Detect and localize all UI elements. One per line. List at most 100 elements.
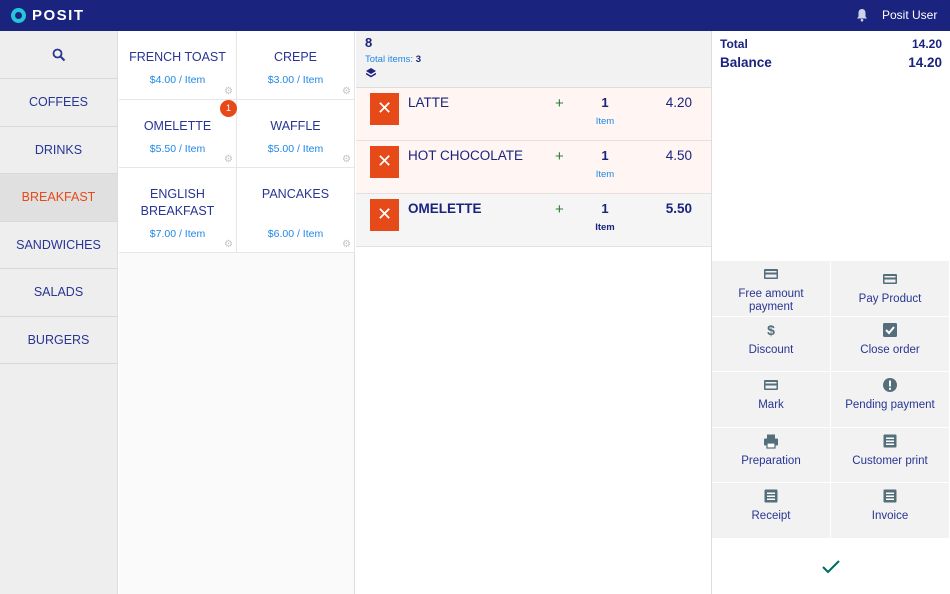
product-price: $3.00 / Item (267, 74, 324, 86)
receipt-button[interactable]: Receipt (712, 483, 831, 539)
payment-panel: Total 14.20 Balance 14.20 Free amount pa… (712, 31, 950, 594)
gear-icon[interactable]: ⚙ (224, 154, 233, 165)
customer-print-button[interactable]: Customer print (831, 427, 950, 483)
bell-icon[interactable] (856, 8, 868, 22)
search-icon (52, 48, 65, 61)
confirm-button[interactable] (712, 539, 950, 594)
total-items-label: Total items: (365, 54, 414, 65)
product-name: WAFFLE (270, 119, 321, 133)
product-tile-french-toast[interactable]: FRENCH TOAST $4.00 / Item ⚙ (119, 31, 237, 100)
line-quantity[interactable]: 1 (594, 201, 616, 216)
line-unit: Item (595, 116, 615, 127)
quantity-badge: 1 (220, 100, 237, 117)
product-name: CREPE (273, 50, 318, 64)
total-label: Total (720, 37, 748, 51)
printer-icon (764, 434, 778, 449)
increase-button[interactable]: + (555, 201, 564, 218)
category-drinks[interactable]: DRINKS (0, 127, 117, 174)
close-order-button[interactable]: Close order (831, 316, 950, 372)
card-icon (764, 380, 778, 390)
line-price: 5.50 (665, 201, 692, 216)
order-panel: 8 Total items: 3 ✕ LATTE + 1 Item 4.20 ✕… (356, 31, 712, 594)
user-name[interactable]: Posit User (882, 8, 937, 22)
increase-button[interactable]: + (555, 95, 564, 112)
category-salads[interactable]: SALADS (0, 269, 117, 317)
order-line[interactable]: ✕ LATTE + 1 Item 4.20 (356, 88, 711, 141)
alert-icon (883, 378, 897, 392)
mark-button[interactable]: Mark (712, 372, 831, 428)
total-items-value: 3 (415, 54, 421, 65)
category-burgers[interactable]: BURGERS (0, 317, 117, 364)
product-price: $5.00 / Item (267, 143, 324, 155)
category-sandwiches[interactable]: SANDWICHES (0, 222, 117, 269)
increase-button[interactable]: + (555, 148, 564, 165)
balance-row: Balance 14.20 (720, 55, 942, 70)
document-icon (764, 489, 778, 503)
total-value: 14.20 (911, 37, 942, 51)
product-tile-english-breakfast[interactable]: ENGLISH BREAKFAST $7.00 / Item ⚙ (119, 168, 237, 253)
delete-button[interactable]: ✕ (370, 146, 399, 178)
category-sidebar: COFFEES DRINKS BREAKFAST SANDWICHES SALA… (0, 31, 118, 594)
product-name: OMELETTE (143, 119, 212, 133)
order-line-selected[interactable]: ✕ OMELETTE + 1 Item 5.50 (356, 194, 711, 247)
product-tile-waffle[interactable]: WAFFLE $5.00 / Item ⚙ (237, 100, 355, 168)
logo-mark (11, 7, 26, 23)
line-name: LATTE (408, 95, 450, 110)
search-button[interactable] (0, 31, 117, 79)
line-quantity[interactable]: 1 (594, 95, 616, 110)
delete-button[interactable]: ✕ (370, 199, 399, 231)
action-label: Discount (748, 343, 794, 356)
card-icon (764, 269, 778, 279)
action-label: Free amount payment (738, 288, 804, 313)
line-name: HOT CHOCOLATE (408, 148, 524, 163)
order-line[interactable]: ✕ HOT CHOCOLATE + 1 Item 4.50 (356, 141, 711, 194)
pending-payment-button[interactable]: Pending payment (831, 372, 950, 428)
product-tile-pancakes[interactable]: PANCAKES $6.00 / Item ⚙ (237, 168, 355, 253)
action-label: Pending payment (845, 399, 935, 411)
line-unit: Item (595, 169, 615, 180)
action-label: Pay Product (858, 293, 922, 305)
gear-icon[interactable]: ⚙ (342, 239, 351, 250)
free-amount-payment-button[interactable]: Free amount payment (712, 261, 831, 317)
product-tile-crepe[interactable]: CREPE $3.00 / Item ⚙ (237, 31, 355, 100)
gear-icon[interactable]: ⚙ (224, 86, 233, 97)
category-breakfast[interactable]: BREAKFAST (0, 174, 117, 222)
product-name: ENGLISH BREAKFAST (140, 187, 215, 218)
line-price: 4.50 (665, 148, 692, 163)
product-price: $6.00 / Item (267, 228, 324, 240)
balance-value: 14.20 (908, 55, 942, 70)
document-icon (883, 489, 897, 503)
product-grid: FRENCH TOAST $4.00 / Item ⚙ CREPE $3.00 … (119, 31, 355, 594)
total-row: Total 14.20 (720, 37, 942, 51)
pay-product-button[interactable]: Pay Product (831, 261, 950, 317)
action-label: Customer print (852, 454, 928, 467)
action-label: Invoice (871, 510, 909, 522)
action-label: Mark (758, 399, 784, 411)
invoice-button[interactable]: Invoice (831, 483, 950, 539)
product-price: $7.00 / Item (149, 228, 206, 240)
total-items: Total items: 3 (365, 54, 702, 65)
delete-button[interactable]: ✕ (370, 93, 399, 125)
checkbox-icon (883, 322, 897, 337)
gear-icon[interactable]: ⚙ (224, 239, 233, 250)
line-quantity[interactable]: 1 (594, 148, 616, 163)
action-label: Close order (860, 343, 920, 356)
card-icon (883, 274, 897, 284)
layers-icon[interactable] (366, 68, 376, 78)
discount-button[interactable]: $ Discount (712, 316, 831, 372)
line-price: 4.20 (665, 95, 692, 110)
product-name: PANCAKES (261, 187, 330, 201)
svg-text:$: $ (767, 322, 775, 338)
action-label: Preparation (741, 454, 801, 467)
gear-icon[interactable]: ⚙ (342, 86, 351, 97)
product-name: FRENCH TOAST (129, 50, 226, 64)
checkmark-icon (822, 559, 840, 573)
gear-icon[interactable]: ⚙ (342, 154, 351, 165)
brand-name: POSIT (32, 6, 85, 24)
category-coffees[interactable]: COFFEES (0, 79, 117, 127)
preparation-button[interactable]: Preparation (712, 427, 831, 483)
order-header: 8 Total items: 3 (356, 31, 711, 88)
action-label: Receipt (751, 510, 791, 522)
balance-label: Balance (720, 55, 772, 70)
top-bar: POSIT Posit User (0, 0, 950, 31)
